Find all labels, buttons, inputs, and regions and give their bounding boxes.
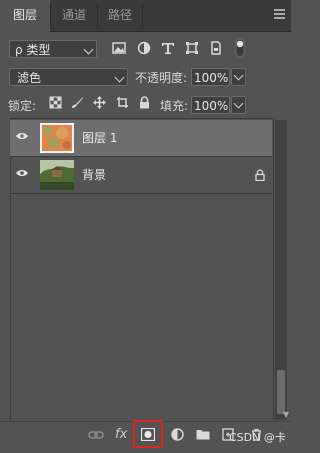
divider — [10, 118, 272, 119]
new-fill-adjustment-layer-icon[interactable] — [171, 428, 184, 441]
chevron-down-icon — [83, 44, 94, 55]
mask-button-highlight — [133, 420, 163, 448]
layer-row-layer-1[interactable]: 图层 1 — [10, 120, 272, 156]
lock-all-icon[interactable] — [138, 96, 151, 109]
lock-position-icon[interactable] — [93, 96, 106, 109]
visibility-eye-icon[interactable] — [16, 169, 28, 177]
filter-kind-label: ρ 类型 — [15, 43, 51, 57]
smart-object-filter-icon[interactable] — [209, 41, 223, 55]
fill-input[interactable]: 100% — [191, 96, 230, 114]
tab-channels[interactable]: 通道 — [51, 0, 97, 31]
chevron-down-icon — [233, 70, 244, 81]
fill-dropdown-button[interactable] — [231, 96, 246, 114]
blend-mode-select[interactable]: 滤色 — [9, 68, 128, 86]
link-layers-icon[interactable] — [88, 430, 104, 440]
opacity-label: 不透明度: — [135, 71, 188, 85]
shape-filter-icon[interactable] — [185, 41, 199, 55]
opacity-dropdown-button[interactable] — [231, 68, 246, 86]
panel-tab-bar: 图层 通道 路径 — [0, 0, 291, 32]
lock-icon — [255, 169, 265, 181]
adjustment-filter-icon[interactable] — [137, 41, 151, 55]
fill-value: 100% — [194, 99, 229, 113]
lock-artboard-icon[interactable] — [116, 96, 129, 109]
layer-thumbnail-orange — [40, 123, 74, 153]
scrollbar-thumb[interactable] — [277, 370, 285, 414]
divider — [10, 193, 272, 194]
layers-scrollbar[interactable] — [275, 120, 287, 420]
scroll-down-arrow-icon[interactable]: ▼ — [283, 410, 289, 419]
layer-style-button[interactable]: fx — [115, 427, 127, 442]
tab-divider — [142, 4, 143, 27]
lock-label: 锁定: — [8, 99, 37, 113]
new-group-folder-icon[interactable] — [196, 429, 210, 440]
lock-image-pixels-icon[interactable] — [71, 96, 84, 109]
filter-kind-select[interactable]: ρ 类型 — [9, 40, 97, 58]
tab-paths[interactable]: 路径 — [98, 0, 142, 31]
tab-layers[interactable]: 图层 — [0, 0, 50, 32]
type-filter-icon[interactable] — [161, 41, 175, 55]
layer-name: 图层 1 — [82, 131, 118, 145]
image-filter-icon[interactable] — [112, 41, 126, 55]
filter-toggle-icon[interactable] — [234, 38, 246, 58]
chevron-down-icon — [233, 98, 244, 109]
delete-layer-trash-icon[interactable] — [251, 428, 262, 441]
layer-row-background[interactable]: 背景 — [10, 157, 272, 193]
opacity-value: 100% — [194, 71, 229, 85]
panel-menu-icon[interactable] — [274, 9, 285, 19]
fill-label: 填充: — [160, 99, 189, 113]
lock-transparent-pixels-icon[interactable] — [49, 96, 62, 109]
layer-thumbnail-landscape — [40, 160, 74, 190]
chevron-down-icon — [114, 72, 125, 83]
visibility-eye-icon[interactable] — [16, 132, 28, 140]
layer-name: 背景 — [82, 168, 107, 182]
opacity-input[interactable]: 100% — [191, 68, 230, 86]
blend-mode-value: 滤色 — [17, 71, 42, 85]
